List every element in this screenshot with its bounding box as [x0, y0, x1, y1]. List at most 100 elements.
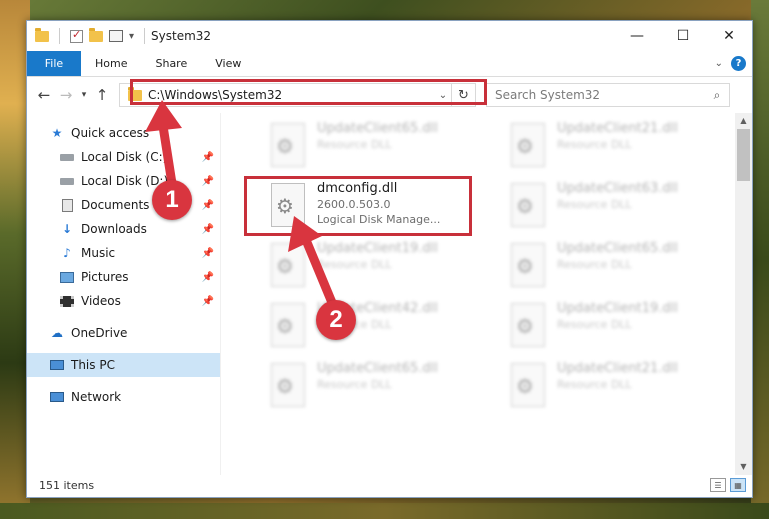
- scroll-up-arrow-icon[interactable]: ▲: [735, 113, 752, 129]
- sidebar-item-label: Local Disk (C:): [81, 150, 168, 164]
- search-box[interactable]: ⌕: [486, 83, 730, 107]
- forward-arrow-icon[interactable]: →: [55, 86, 77, 104]
- list-item[interactable]: UpdateClient65.dll Resource DLL: [271, 361, 491, 417]
- sidebar-item-label: Documents: [81, 198, 150, 212]
- dll-file-icon: [271, 363, 305, 407]
- file-description: Resource DLL: [557, 378, 632, 391]
- sidebar-item-local-disk-c[interactable]: Local Disk (C:) 📌: [27, 145, 220, 169]
- pin-icon[interactable]: 📌: [202, 176, 214, 187]
- dll-file-icon: [271, 243, 305, 287]
- view-toggle: ☰ ▦: [710, 478, 752, 492]
- sidebar-item-label: Music: [81, 246, 116, 260]
- dll-file-icon: [511, 243, 545, 287]
- toolbar-separator: [144, 28, 146, 44]
- title-bar: ▾ System32 — ☐ ✕: [27, 21, 752, 51]
- list-item[interactable]: UpdateClient42.dll Resource DLL: [271, 301, 491, 357]
- pin-icon[interactable]: 📌: [202, 272, 214, 283]
- scrollbar-thumb[interactable]: [737, 129, 750, 181]
- pin-icon[interactable]: 📌: [202, 296, 214, 307]
- explorer-body: ★ Quick access Local Disk (C:) 📌 Local D…: [27, 113, 752, 475]
- sidebar-item-label: OneDrive: [71, 326, 128, 340]
- close-button[interactable]: ✕: [706, 21, 752, 51]
- up-arrow-icon[interactable]: ↑: [91, 86, 113, 104]
- file-highlight-box: [244, 176, 472, 236]
- pin-icon[interactable]: 📌: [202, 224, 214, 235]
- list-item[interactable]: UpdateClient65.dll Resource DLL: [271, 121, 491, 177]
- item-count: 151 items: [39, 478, 95, 492]
- vertical-scrollbar[interactable]: ▲ ▼: [735, 113, 752, 475]
- expand-ribbon-chevron-icon[interactable]: ⌄: [715, 58, 723, 69]
- file-name: UpdateClient21.dll: [557, 361, 678, 376]
- ribbon-tabs: File Home Share View ⌄ ?: [27, 51, 752, 77]
- recent-locations-chevron-icon[interactable]: ▾: [77, 90, 91, 100]
- window-controls: — ☐ ✕: [614, 21, 752, 51]
- sidebar-item-onedrive[interactable]: ☁ OneDrive: [27, 321, 220, 345]
- sidebar-item-local-disk-d[interactable]: Local Disk (D:) 📌: [27, 169, 220, 193]
- pin-icon[interactable]: 📌: [202, 200, 214, 211]
- sidebar-item-videos[interactable]: Videos 📌: [27, 289, 220, 313]
- folder-icon[interactable]: [35, 27, 49, 42]
- dll-file-icon: [271, 303, 305, 347]
- maximize-button[interactable]: ☐: [660, 21, 706, 51]
- sidebar-item-pictures[interactable]: Pictures 📌: [27, 265, 220, 289]
- step-1-badge: 1: [152, 180, 192, 220]
- list-item[interactable]: UpdateClient19.dll Resource DLL: [511, 301, 731, 357]
- file-description: Resource DLL: [557, 318, 632, 331]
- dll-file-icon: [511, 123, 545, 167]
- properties-icon[interactable]: [109, 30, 123, 42]
- toolbar-separator: [59, 28, 60, 44]
- tab-view[interactable]: View: [201, 51, 255, 76]
- file-description: Resource DLL: [317, 258, 392, 271]
- sidebar-item-label: This PC: [71, 358, 115, 372]
- help-icon[interactable]: ?: [731, 56, 746, 71]
- sidebar-item-quick-access[interactable]: ★ Quick access: [27, 121, 220, 145]
- ribbon-right: ⌄ ?: [715, 51, 752, 76]
- list-item[interactable]: UpdateClient21.dll Resource DLL: [511, 121, 731, 177]
- list-item[interactable]: UpdateClient19.dll Resource DLL: [271, 241, 491, 297]
- list-item[interactable]: UpdateClient21.dll Resource DLL: [511, 361, 731, 417]
- new-folder-icon[interactable]: [89, 27, 103, 42]
- pin-icon[interactable]: 📌: [202, 248, 214, 259]
- tab-share[interactable]: Share: [141, 51, 201, 76]
- file-name: UpdateClient19.dll: [317, 241, 438, 256]
- file-name: UpdateClient65.dll: [557, 241, 678, 256]
- file-name: UpdateClient65.dll: [317, 361, 438, 376]
- star-icon: ★: [51, 126, 63, 140]
- sidebar-item-label: Quick access: [71, 126, 150, 140]
- minimize-button[interactable]: —: [614, 21, 660, 51]
- tab-home[interactable]: Home: [81, 51, 141, 76]
- music-note-icon: ♪: [63, 246, 71, 260]
- desktop-background-bottom: [0, 503, 769, 519]
- file-list: UpdateClient65.dll Resource DLL UpdateCl…: [221, 113, 752, 475]
- sidebar-item-music[interactable]: ♪ Music 📌: [27, 241, 220, 265]
- search-icon[interactable]: ⌕: [705, 88, 729, 103]
- navigation-pane: ★ Quick access Local Disk (C:) 📌 Local D…: [27, 113, 221, 475]
- sidebar-item-label: Local Disk (D:): [81, 174, 169, 188]
- file-name: UpdateClient63.dll: [557, 181, 678, 196]
- pin-icon[interactable]: 📌: [202, 152, 214, 163]
- desktop-background-right: [751, 0, 769, 519]
- dll-file-icon: [511, 363, 545, 407]
- sidebar-item-network[interactable]: Network: [27, 385, 220, 409]
- sidebar-item-downloads[interactable]: ↓ Downloads 📌: [27, 217, 220, 241]
- file-name: UpdateClient21.dll: [557, 121, 678, 136]
- sidebar-item-label: Downloads: [81, 222, 147, 236]
- tab-file[interactable]: File: [27, 51, 81, 76]
- details-view-icon[interactable]: ☰: [710, 478, 726, 492]
- properties-check-icon[interactable]: [70, 28, 83, 43]
- sidebar-item-this-pc[interactable]: This PC: [27, 353, 220, 377]
- cloud-icon: ☁: [51, 326, 63, 340]
- step-2-badge: 2: [316, 300, 356, 340]
- file-name: UpdateClient19.dll: [557, 301, 678, 316]
- window-title: System32: [151, 29, 212, 43]
- sidebar-item-label: Network: [71, 390, 122, 404]
- status-bar: 151 items ☰ ▦: [27, 473, 752, 497]
- list-item[interactable]: UpdateClient65.dll Resource DLL: [511, 241, 731, 297]
- network-icon: [49, 390, 65, 404]
- back-arrow-icon[interactable]: ←: [33, 86, 55, 104]
- customize-toolbar-chevron-icon[interactable]: ▾: [129, 31, 134, 42]
- large-icons-view-icon[interactable]: ▦: [730, 478, 746, 492]
- list-item[interactable]: UpdateClient63.dll Resource DLL: [511, 181, 731, 237]
- search-input[interactable]: [495, 88, 705, 102]
- sidebar-item-label: Pictures: [81, 270, 129, 284]
